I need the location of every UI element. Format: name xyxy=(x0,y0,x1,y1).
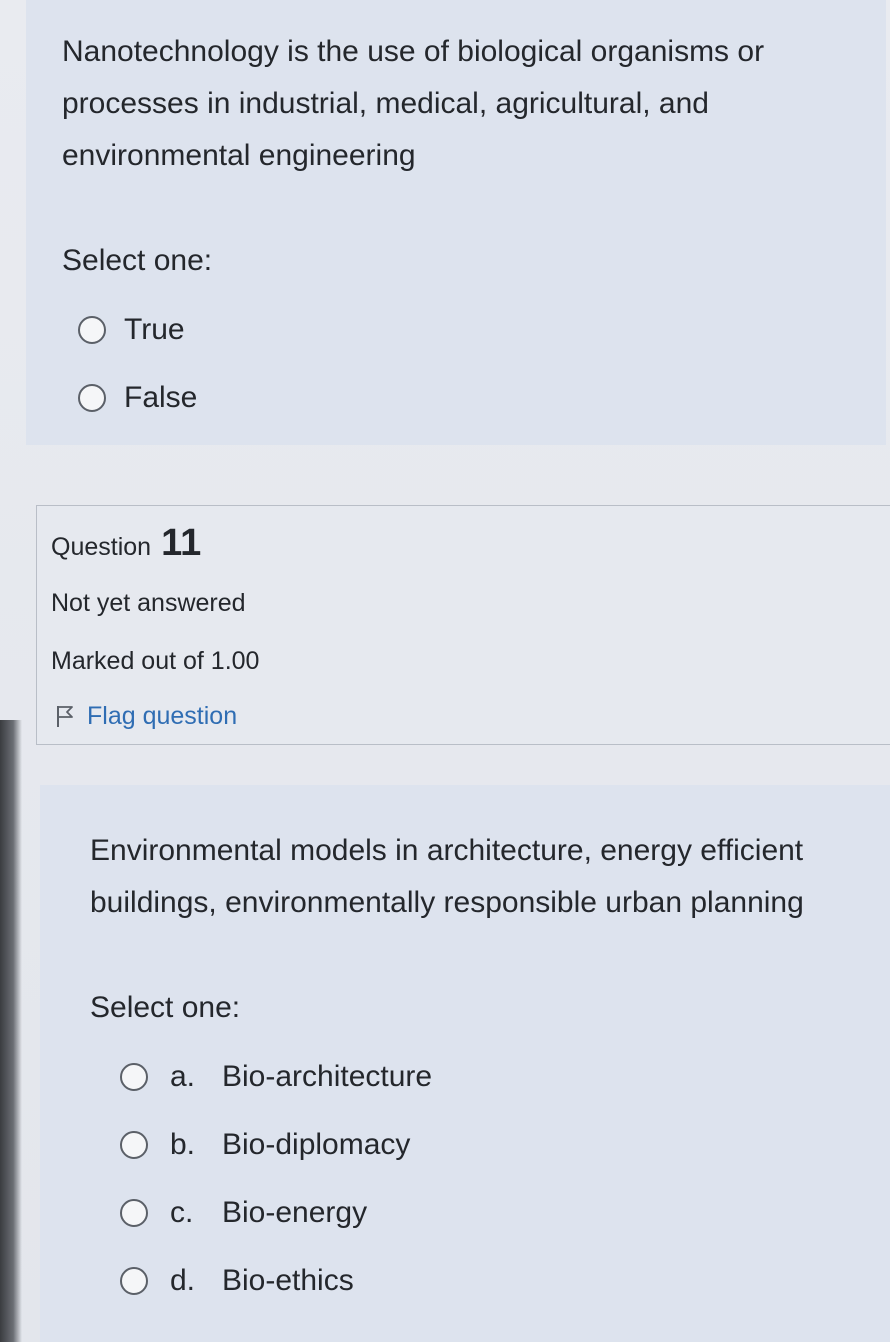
question-11-answers: a. Bio-architecture b. Bio-diplomacy c. … xyxy=(90,1043,890,1315)
radio-button[interactable] xyxy=(78,316,106,344)
answer-option-c[interactable]: c. Bio-energy xyxy=(90,1179,890,1247)
question-11-text: Environmental models in architecture, en… xyxy=(90,834,804,919)
answer-option-false[interactable]: False xyxy=(62,364,886,432)
question-11-prompt: Select one: xyxy=(90,991,241,1024)
question-state: Not yet answered xyxy=(51,589,246,617)
question-number: Question 11 xyxy=(51,522,890,574)
device-edge-shadow xyxy=(0,720,22,1342)
question-11-info: Question 11 Not yet answered Marked out … xyxy=(36,505,890,745)
radio-button[interactable] xyxy=(120,1063,148,1091)
answer-option-a[interactable]: a. Bio-architecture xyxy=(90,1043,890,1111)
question-number-label: Question xyxy=(51,533,152,561)
flag-question-link[interactable]: Flag question xyxy=(51,690,890,742)
answer-label: Bio-diplomacy xyxy=(222,1128,411,1161)
radio-button[interactable] xyxy=(120,1131,148,1159)
answer-label: Bio-ethics xyxy=(222,1264,354,1297)
answer-option-d[interactable]: d. Bio-ethics xyxy=(90,1247,890,1315)
radio-button[interactable] xyxy=(120,1199,148,1227)
answer-letter: b. xyxy=(170,1128,196,1161)
answer-label: True xyxy=(124,313,185,346)
quiz-page: Nanotechnology is the use of biological … xyxy=(0,0,890,1342)
answer-letter: a. xyxy=(170,1060,196,1093)
question-10-text: Nanotechnology is the use of biological … xyxy=(62,35,765,172)
answer-letter: d. xyxy=(170,1264,196,1297)
question-10-formulation: Nanotechnology is the use of biological … xyxy=(26,0,886,445)
answer-label: Bio-energy xyxy=(222,1196,368,1229)
answer-option-b[interactable]: b. Bio-diplomacy xyxy=(90,1111,890,1179)
radio-button[interactable] xyxy=(120,1267,148,1295)
flag-question-label: Flag question xyxy=(87,701,238,730)
answer-label: Bio-architecture xyxy=(222,1060,433,1093)
answer-letter: c. xyxy=(170,1196,194,1229)
question-number-value: 11 xyxy=(161,522,202,564)
question-grade: Marked out of 1.00 xyxy=(51,647,260,675)
question-10-prompt: Select one: xyxy=(62,244,213,277)
answer-option-true[interactable]: True xyxy=(62,296,886,364)
radio-button[interactable] xyxy=(78,384,106,412)
question-10-answers: True False xyxy=(62,296,886,432)
question-11-formulation: Environmental models in architecture, en… xyxy=(40,785,890,1342)
answer-label: False xyxy=(124,381,198,414)
flag-icon xyxy=(57,706,73,727)
